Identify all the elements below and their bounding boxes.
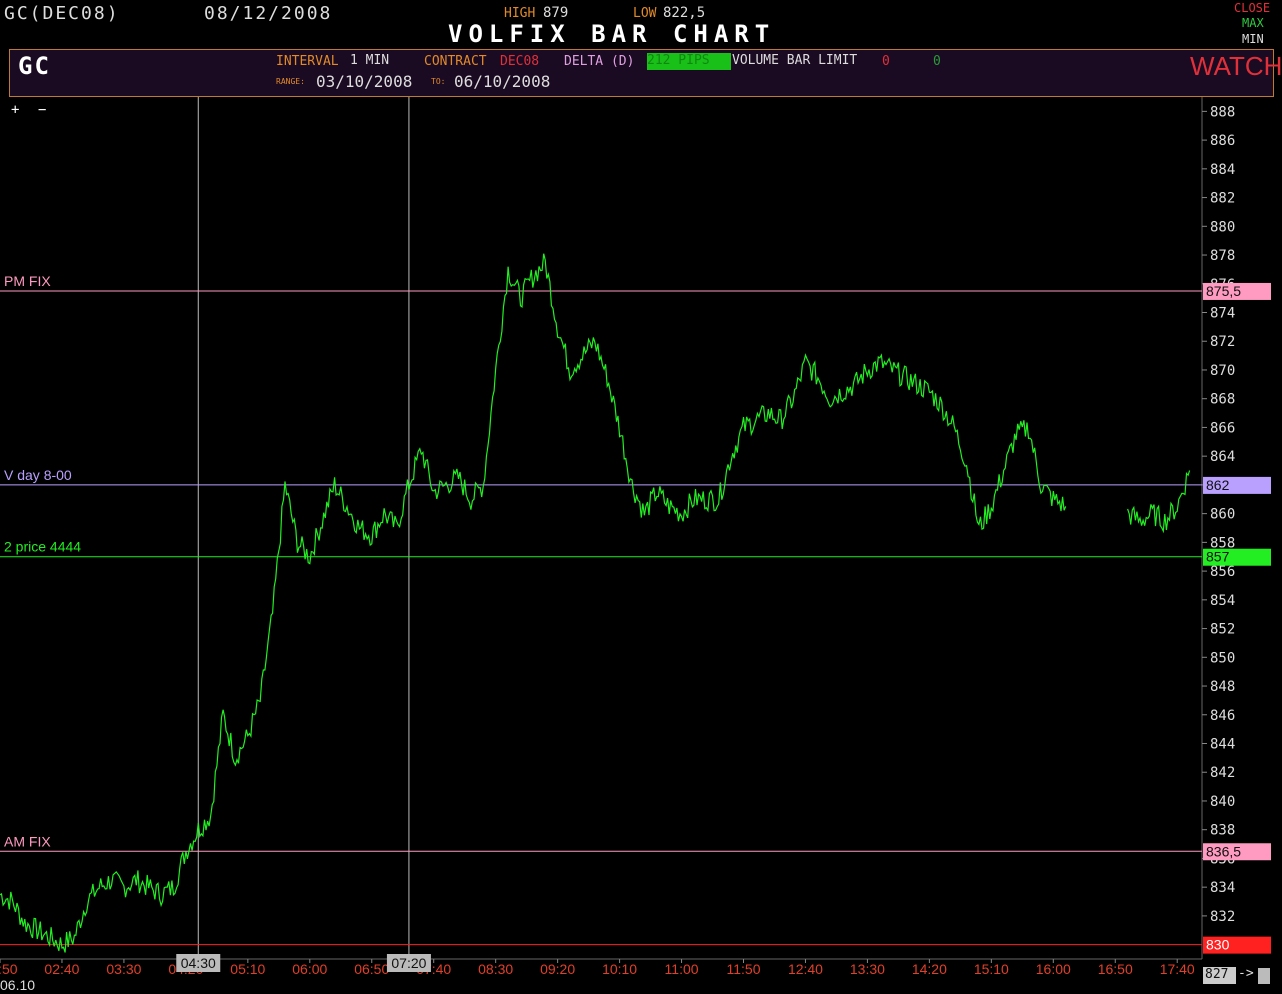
y-tick-label: 866 <box>1210 420 1235 436</box>
scroll-handle[interactable] <box>1258 968 1270 984</box>
x-tick-label: 12:40 <box>788 961 823 977</box>
interval-value[interactable]: 1 MIN <box>350 53 389 68</box>
close-button[interactable]: CLOSE <box>1234 1 1270 15</box>
last-value-box: 827 <box>1203 967 1236 984</box>
x-tick-label: 02:40 <box>44 961 79 977</box>
x-tick-label: 16:50 <box>1098 961 1133 977</box>
chart-title: VOLFIX BAR CHART <box>448 20 776 48</box>
header-date: 08/12/2008 <box>204 3 333 24</box>
contract-value[interactable]: DEC08 <box>500 54 539 69</box>
y-tick-label: 868 <box>1210 392 1235 408</box>
y-tick-label: 834 <box>1210 880 1235 896</box>
reference-value-label: 836,5 <box>1206 843 1241 859</box>
y-tick-label: 838 <box>1210 823 1235 839</box>
y-tick-label: 872 <box>1210 334 1235 350</box>
x-tick-label: 16:00 <box>1036 961 1071 977</box>
high-value: 879 <box>543 5 569 21</box>
range-to-label: TO: <box>431 77 446 86</box>
high-label: HIGH <box>504 6 536 21</box>
reference-line-name: 2 price 4444 <box>4 539 81 555</box>
y-tick-label: 878 <box>1210 248 1235 264</box>
low-label: LOW <box>633 6 657 21</box>
x-tick-label: 10:10 <box>602 961 637 977</box>
symbol-contract: GC(DEC08) <box>4 3 120 24</box>
panel-symbol: GC <box>18 52 51 80</box>
interval-label: INTERVAL <box>276 54 339 69</box>
reference-value-label: 857 <box>1206 549 1230 565</box>
x-tick-label: 11:50 <box>727 961 761 977</box>
x-tick-label: 01:50 <box>0 961 18 977</box>
y-tick-label: 842 <box>1210 765 1235 781</box>
cursor-label: 07:20 <box>391 955 426 971</box>
reference-line-name: AM FIX <box>4 833 51 849</box>
max-button[interactable]: MAX <box>1242 16 1264 30</box>
y-tick-label: 848 <box>1210 679 1235 695</box>
x-tick-label: 06:00 <box>292 961 327 977</box>
y-axis-ticks: 8328348368388408428448468488508528548568… <box>1202 104 1235 925</box>
info-panel: GC INTERVAL 1 MIN CONTRACT DEC08 DELTA (… <box>9 49 1282 97</box>
delta-value[interactable]: 212 PIPS <box>647 53 731 70</box>
x-tick-label: 15:10 <box>974 961 1009 977</box>
y-tick-label: 852 <box>1210 622 1235 638</box>
x-tick-label: 11:00 <box>665 961 699 977</box>
y-tick-label: 840 <box>1210 794 1235 810</box>
y-tick-label: 888 <box>1210 104 1235 120</box>
footer-date: 06.10 <box>0 977 36 993</box>
x-tick-label: 17:40 <box>1160 961 1195 977</box>
volume-value-2: 0 <box>933 54 941 69</box>
price-line <box>0 253 1067 953</box>
y-tick-label: 856 <box>1210 564 1235 580</box>
reference-value-label: 875,5 <box>1206 283 1241 299</box>
y-tick-label: 846 <box>1210 708 1235 724</box>
contract-label: CONTRACT <box>424 54 487 69</box>
y-tick-label: 880 <box>1210 219 1235 235</box>
y-tick-label: 870 <box>1210 363 1235 379</box>
x-tick-label: 13:30 <box>850 961 885 977</box>
price-line <box>1127 470 1191 534</box>
x-tick-label: 09:20 <box>540 961 575 977</box>
reference-lines <box>0 290 1202 946</box>
delta-label: DELTA (D) <box>564 54 635 69</box>
watch-button[interactable]: WATCH <box>1190 51 1282 82</box>
y-tick-label: 850 <box>1210 650 1235 666</box>
range-from[interactable]: 03/10/2008 <box>316 72 412 91</box>
y-tick-label: 882 <box>1210 191 1235 207</box>
reference-line-name: V day 8-00 <box>4 467 72 483</box>
range-to[interactable]: 06/10/2008 <box>454 72 550 91</box>
y-tick-label: 886 <box>1210 133 1235 149</box>
x-tick-label: 06:50 <box>354 961 389 977</box>
range-label: RANGE: <box>276 77 305 86</box>
min-button[interactable]: MIN <box>1242 32 1264 46</box>
y-tick-label: 854 <box>1210 593 1235 609</box>
volume-label: VOLUME BAR LIMIT <box>732 53 858 68</box>
cursor-label: 04:30 <box>181 955 216 971</box>
y-tick-label: 874 <box>1210 306 1235 322</box>
reference-value-label: 830 <box>1206 937 1230 953</box>
y-tick-label: 884 <box>1210 162 1235 178</box>
x-tick-label: 03:30 <box>106 961 141 977</box>
chart-area[interactable]: 8328348368388408428448468488508528548568… <box>0 97 1282 994</box>
low-value: 822,5 <box>663 5 706 21</box>
y-tick-label: 832 <box>1210 909 1235 925</box>
x-tick-label: 14:20 <box>912 961 947 977</box>
scroll-right-arrow[interactable]: -> <box>1238 966 1254 981</box>
volume-value[interactable]: 0 <box>882 54 890 69</box>
y-tick-label: 864 <box>1210 449 1235 465</box>
y-tick-label: 860 <box>1210 507 1235 523</box>
price-series <box>0 253 1191 953</box>
x-tick-label: 08:30 <box>478 961 513 977</box>
x-tick-label: 05:10 <box>230 961 265 977</box>
y-tick-label: 844 <box>1210 737 1235 753</box>
reference-value-label: 862 <box>1206 477 1230 493</box>
reference-line-name: PM FIX <box>4 273 51 289</box>
header-bar: GC(DEC08) 08/12/2008 HIGH 879 LOW 822,5 … <box>0 0 1282 48</box>
